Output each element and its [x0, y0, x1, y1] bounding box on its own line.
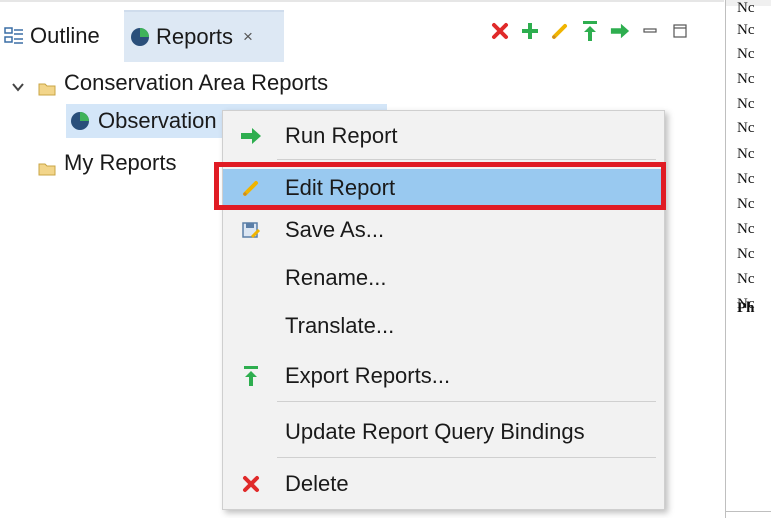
divider — [726, 511, 771, 512]
export-icon[interactable] — [580, 20, 600, 42]
doc-line: Nc — [737, 196, 755, 212]
doc-line: Nc — [737, 271, 755, 287]
run-icon — [239, 124, 263, 148]
menu-item-label: Edit Report — [285, 175, 396, 200]
delete-icon[interactable] — [490, 20, 510, 42]
view-toolbar — [490, 20, 690, 42]
doc-line: Nc — [737, 71, 755, 87]
folder-icon — [38, 76, 56, 96]
doc-line: Nc — [737, 96, 755, 112]
doc-line: Nc — [737, 171, 755, 187]
menu-item-delete[interactable]: Delete — [223, 465, 664, 503]
edit-icon — [239, 176, 263, 200]
menu-item-save-as[interactable]: Save As... — [223, 211, 664, 249]
menu-item-rename[interactable]: Rename... — [223, 259, 664, 297]
outline-icon — [4, 26, 24, 46]
save-as-icon — [239, 218, 263, 242]
menu-separator — [277, 401, 656, 402]
menu-item-label: Export Reports... — [285, 363, 451, 388]
doc-line: Nc — [737, 46, 755, 62]
doc-line: Nc — [737, 120, 755, 136]
menu-separator — [277, 457, 656, 458]
edit-icon[interactable] — [550, 20, 570, 42]
maximize-icon[interactable] — [670, 20, 690, 42]
run-icon[interactable] — [610, 20, 630, 42]
add-icon[interactable] — [520, 20, 540, 42]
menu-item-label: Run Report — [285, 123, 398, 148]
doc-line: Nc — [737, 246, 755, 262]
menu-item-label: Delete — [285, 471, 349, 496]
menu-item-translate[interactable]: Translate... — [223, 307, 664, 345]
doc-line: Nc — [737, 146, 755, 162]
tab-outline[interactable]: Outline — [0, 10, 122, 62]
tree-item-label: Conservation Area Reports — [64, 70, 329, 95]
doc-line: Nc — [737, 22, 755, 38]
folder-icon — [38, 156, 56, 176]
delete-icon — [239, 472, 263, 496]
tree-item-label: My Reports — [64, 150, 177, 175]
menu-item-run-report[interactable]: Run Report — [223, 117, 664, 155]
doc-line: Nc — [737, 221, 755, 237]
menu-item-label: Save As... — [285, 217, 385, 242]
chevron-down-icon[interactable] — [10, 75, 26, 92]
close-icon[interactable]: × — [243, 27, 253, 47]
doc-line: Nc — [737, 0, 755, 16]
tab-outline-label: Outline — [30, 23, 100, 48]
menu-item-label: Translate... — [285, 313, 395, 338]
tab-reports[interactable]: Reports × — [124, 10, 284, 62]
document-preview-strip: Nc Nc Nc Nc Nc Nc Nc Nc Nc Nc Nc Nc Nc P… — [725, 0, 771, 518]
menu-item-update-bindings[interactable]: Update Report Query Bindings — [223, 413, 664, 451]
tab-reports-label: Reports — [156, 24, 234, 49]
menu-item-export-reports[interactable]: Export Reports... — [223, 357, 664, 395]
export-icon — [239, 364, 263, 388]
minimize-icon[interactable] — [640, 20, 660, 42]
menu-item-label: Rename... — [285, 265, 387, 290]
menu-separator — [277, 159, 656, 160]
menu-item-edit-report[interactable]: Edit Report — [223, 169, 664, 207]
pie-chart-icon — [130, 27, 150, 47]
menu-item-label: Update Report Query Bindings — [285, 419, 585, 444]
context-menu: Run Report Edit Report Save As... Rename… — [222, 110, 665, 510]
doc-heading: Ph — [737, 300, 755, 316]
pie-chart-icon — [70, 111, 90, 131]
tree-item-my-reports[interactable]: My Reports — [38, 146, 176, 180]
tree-item-conservation-area-reports[interactable]: Conservation Area Reports — [10, 66, 328, 100]
